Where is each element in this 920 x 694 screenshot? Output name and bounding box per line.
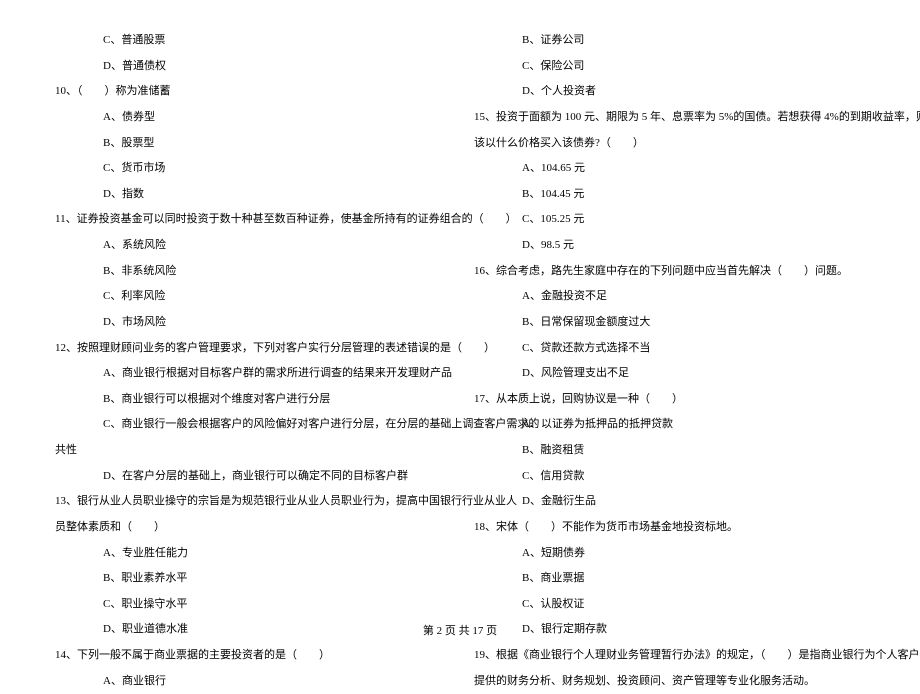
question-13-continuation: 员整体素质和（ ） (55, 515, 446, 541)
right-column: B、证券公司 C、保险公司 D、个人投资者 15、投资于面额为 100 元、期限… (474, 28, 865, 608)
option-d: D、普通债权 (55, 54, 446, 80)
option-d: D、98.5 元 (474, 233, 865, 259)
option-a: A、商业银行根据对目标客户群的需求所进行调查的结果来开发理财产品 (55, 361, 446, 387)
option-c: C、保险公司 (474, 54, 865, 80)
option-d: D、在客户分层的基础上，商业银行可以确定不同的目标客户群 (55, 464, 446, 490)
option-b: B、职业素养水平 (55, 566, 446, 592)
option-b: B、股票型 (55, 131, 446, 157)
option-c: C、贷款还款方式选择不当 (474, 336, 865, 362)
question-15-continuation: 该以什么价格买入该债券?（ ） (474, 131, 865, 157)
page-footer: 第 2 页 共 17 页 (0, 622, 920, 638)
option-a: A、商业银行 (55, 669, 446, 694)
question-11: 11、证券投资基金可以同时投资于数十种甚至数百种证券，使基金所持有的证券组合的（… (55, 207, 446, 233)
option-b: B、商业票据 (474, 566, 865, 592)
question-16: 16、综合考虑，路先生家庭中存在的下列问题中应当首先解决（ ）问题。 (474, 259, 865, 285)
option-a: A、系统风险 (55, 233, 446, 259)
option-c: C、普通股票 (55, 28, 446, 54)
question-13: 13、银行从业人员职业操守的宗旨是为规范银行业从业人员职业行为，提高中国银行行业… (55, 489, 446, 515)
option-c: C、105.25 元 (474, 207, 865, 233)
option-a: A、104.65 元 (474, 156, 865, 182)
option-b: B、证券公司 (474, 28, 865, 54)
option-a: A、以证券为抵押品的抵押贷款 (474, 412, 865, 438)
option-d: D、金融衍生品 (474, 489, 865, 515)
question-12: 12、按照理财顾问业务的客户管理要求，下列对客户实行分层管理的表述错误的是（ ） (55, 336, 446, 362)
option-c: C、认股权证 (474, 592, 865, 618)
question-19: 19、根据《商业银行个人理财业务管理暂行办法》的规定，（ ）是指商业银行为个人客… (474, 643, 865, 669)
option-a: A、金融投资不足 (474, 284, 865, 310)
option-a: A、专业胜任能力 (55, 541, 446, 567)
left-column: C、普通股票 D、普通债权 10、（ ）称为准储蓄 A、债券型 B、股票型 C、… (55, 28, 446, 608)
option-d: D、风险管理支出不足 (474, 361, 865, 387)
option-d: D、市场风险 (55, 310, 446, 336)
option-d: D、指数 (55, 182, 446, 208)
option-a: A、短期债券 (474, 541, 865, 567)
option-b: B、非系统风险 (55, 259, 446, 285)
option-c: C、利率风险 (55, 284, 446, 310)
option-c: C、商业银行一般会根据客户的风险偏好对客户进行分层，在分层的基础上调查客户需求的 (55, 412, 446, 438)
option-c: C、信用贷款 (474, 464, 865, 490)
option-c-continuation: 共性 (55, 438, 446, 464)
option-c: C、职业操守水平 (55, 592, 446, 618)
question-19-continuation: 提供的财务分析、财务规划、投资顾问、资产管理等专业化服务活动。 (474, 669, 865, 694)
option-b: B、104.45 元 (474, 182, 865, 208)
two-column-layout: C、普通股票 D、普通债权 10、（ ）称为准储蓄 A、债券型 B、股票型 C、… (55, 28, 865, 608)
option-c: C、货币市场 (55, 156, 446, 182)
question-17: 17、从本质上说，回购协议是一种（ ） (474, 387, 865, 413)
question-18: 18、宋体（ ）不能作为货币市场基金地投资标地。 (474, 515, 865, 541)
option-b: B、日常保留现金额度过大 (474, 310, 865, 336)
question-14: 14、下列一般不属于商业票据的主要投资者的是（ ） (55, 643, 446, 669)
option-b: B、商业银行可以根据对个维度对客户进行分层 (55, 387, 446, 413)
question-10: 10、（ ）称为准储蓄 (55, 79, 446, 105)
option-a: A、债券型 (55, 105, 446, 131)
question-15: 15、投资于面额为 100 元、期限为 5 年、息票率为 5%的国债。若想获得 … (474, 105, 865, 131)
option-b: B、融资租赁 (474, 438, 865, 464)
option-d: D、个人投资者 (474, 79, 865, 105)
